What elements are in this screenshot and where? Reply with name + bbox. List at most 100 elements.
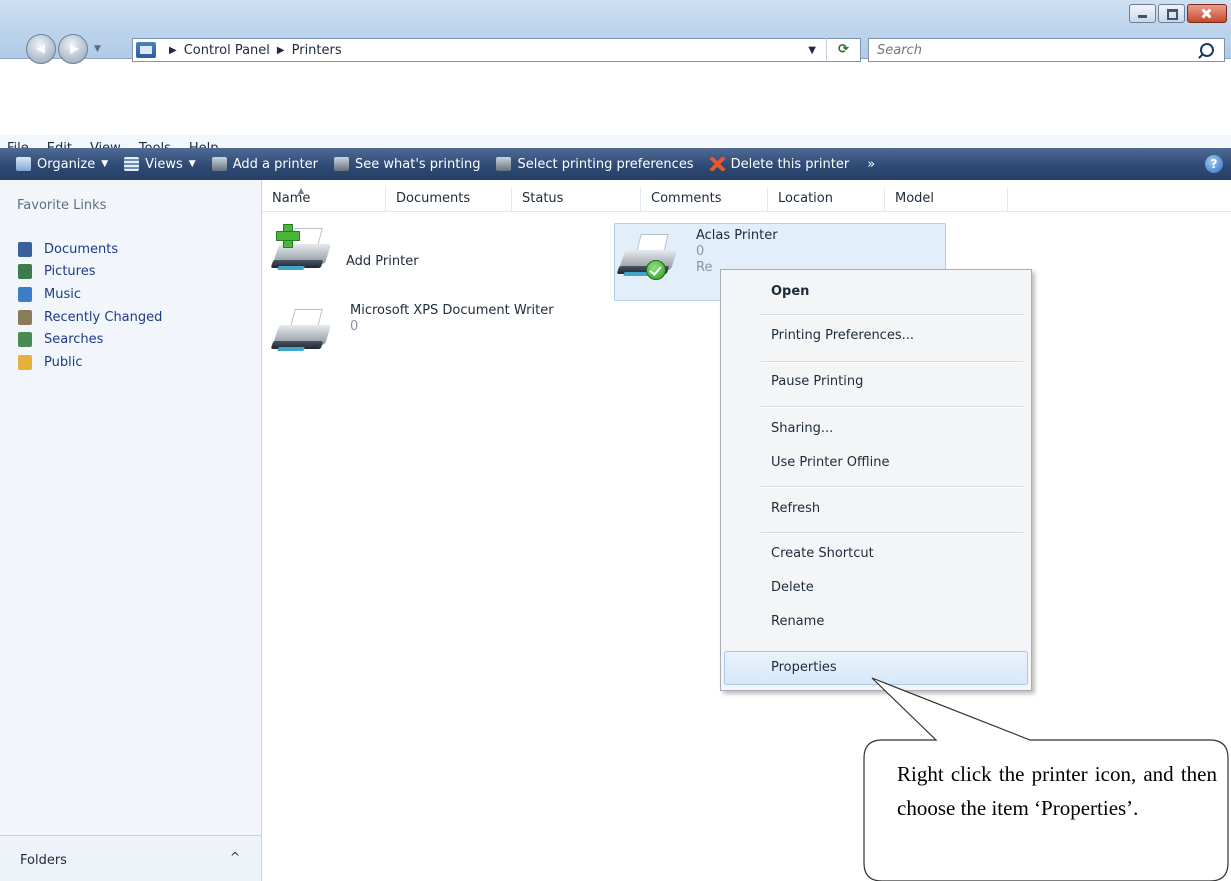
- printing-preferences-label: Select printing preferences: [517, 156, 694, 172]
- menu-separator: [761, 406, 1023, 408]
- breadcrumb-arrow-icon[interactable]: ▶: [169, 45, 177, 56]
- maximize-icon[interactable]: [1158, 4, 1185, 23]
- chevron-down-icon: ▼: [188, 159, 196, 169]
- item-name: Microsoft XPS Document Writer: [350, 303, 554, 318]
- printing-preferences-icon: [496, 157, 512, 171]
- menu-item-rename[interactable]: Rename: [771, 614, 824, 629]
- documents-icon: [18, 241, 32, 257]
- views-label: Views: [145, 156, 183, 172]
- navigation-buttons: ▼: [26, 33, 101, 65]
- close-icon[interactable]: [1187, 4, 1227, 23]
- print-queue-icon: [334, 157, 350, 171]
- item-documents: 0: [696, 244, 705, 259]
- chevron-up-icon: ^: [230, 850, 241, 864]
- list-item-xps-writer[interactable]: Microsoft XPS Document Writer 0: [270, 303, 560, 355]
- menu-separator: [761, 486, 1023, 488]
- menu-item-pause-printing[interactable]: Pause Printing: [771, 374, 863, 389]
- context-menu-highlight: [724, 651, 1028, 685]
- sidebar-item-music[interactable]: Music: [18, 283, 162, 306]
- folders-label: Folders: [20, 853, 67, 868]
- address-bar[interactable]: ▶ Control Panel ▶ Printers ▼: [132, 38, 861, 62]
- search-input[interactable]: [875, 41, 1200, 59]
- delete-icon: [709, 157, 725, 171]
- sort-ascending-icon: ▲: [298, 186, 305, 195]
- add-printer-label: Add a printer: [232, 156, 319, 172]
- breadcrumb-printers[interactable]: Printers: [292, 43, 342, 58]
- toolbar-overflow-icon[interactable]: »: [867, 157, 875, 172]
- add-printer-icon: [270, 222, 334, 274]
- help-icon[interactable]: ?: [1205, 155, 1223, 173]
- printer-icon: [270, 303, 334, 355]
- default-printer-check-icon: [646, 260, 666, 280]
- search-icon[interactable]: [1200, 43, 1214, 57]
- item-name: Aclas Printer: [696, 228, 778, 243]
- sidebar-item-pictures[interactable]: Pictures: [18, 261, 162, 284]
- sidebar-item-label: Music: [44, 286, 81, 302]
- column-label: Comments: [651, 191, 722, 206]
- views-button[interactable]: Views ▼: [124, 157, 196, 172]
- column-headers: ▲ Name Documents Status Comments Locatio…: [262, 186, 1231, 212]
- see-whats-printing-label: See what's printing: [355, 156, 481, 172]
- menu-item-use-printer-offline[interactable]: Use Printer Offline: [771, 455, 889, 470]
- menu-item-printing-preferences[interactable]: Printing Preferences...: [771, 328, 914, 343]
- menu-item-delete[interactable]: Delete: [771, 580, 814, 595]
- column-label: Name: [272, 191, 311, 206]
- menu-item-open[interactable]: Open: [771, 284, 809, 299]
- favorite-links-title: Favorite Links: [17, 198, 107, 213]
- callout-instruction-text: Right click the printer icon, and then c…: [897, 762, 1217, 820]
- column-header-status[interactable]: Status: [512, 187, 641, 211]
- column-header-documents[interactable]: Documents: [386, 187, 512, 211]
- recent-pages-chevron-icon[interactable]: ▼: [94, 44, 101, 54]
- add-printer-button[interactable]: Add a printer: [211, 156, 319, 172]
- search-box[interactable]: [868, 38, 1225, 62]
- delete-printer-button[interactable]: Delete this printer: [709, 156, 850, 172]
- printer-icon: [616, 228, 680, 280]
- column-label: Status: [522, 191, 564, 206]
- menu-item-sharing[interactable]: Sharing...: [771, 421, 833, 436]
- organize-button[interactable]: Organize ▼: [16, 157, 108, 172]
- chevron-down-icon: ▼: [101, 159, 109, 169]
- context-menu: Open Printing Preferences... Pause Print…: [720, 269, 1032, 691]
- printing-preferences-button[interactable]: Select printing preferences: [496, 156, 694, 172]
- refresh-icon[interactable]: ⟳: [826, 38, 860, 60]
- views-icon: [124, 157, 140, 171]
- sidebar-item-documents[interactable]: Documents: [18, 238, 162, 261]
- column-label: Location: [778, 191, 833, 206]
- organize-icon: [16, 157, 31, 171]
- item-details: Microsoft XPS Document Writer 0: [350, 303, 560, 335]
- breadcrumb-control-panel[interactable]: Control Panel: [184, 43, 270, 58]
- control-panel-icon: [136, 42, 156, 58]
- forward-arrow-icon[interactable]: [58, 34, 88, 64]
- sidebar-item-public[interactable]: Public: [18, 351, 162, 374]
- address-dropdown-icon[interactable]: ▼: [808, 45, 816, 56]
- window-controls: [1127, 4, 1227, 23]
- sidebar-item-searches[interactable]: Searches: [18, 328, 162, 351]
- see-whats-printing-button[interactable]: See what's printing: [334, 157, 480, 172]
- sidebar-item-label: Public: [44, 354, 83, 370]
- sidebar-item-recently-changed[interactable]: Recently Changed: [18, 306, 162, 329]
- column-label: Documents: [396, 191, 471, 206]
- organize-label: Organize: [37, 156, 96, 172]
- column-header-model[interactable]: Model: [885, 187, 1008, 211]
- item-documents: 0: [350, 319, 359, 334]
- back-arrow-icon[interactable]: [26, 34, 56, 64]
- list-item-add-printer[interactable]: Add Printer: [270, 222, 419, 274]
- column-header-location[interactable]: Location: [768, 187, 885, 211]
- pictures-icon: [18, 264, 32, 280]
- menu-item-properties[interactable]: Properties: [771, 660, 837, 675]
- menu-item-create-shortcut[interactable]: Create Shortcut: [771, 546, 874, 561]
- item-name: Add Printer: [346, 254, 419, 269]
- column-label: Model: [895, 191, 935, 206]
- minimize-icon[interactable]: [1129, 4, 1156, 23]
- breadcrumb-arrow-icon[interactable]: ▶: [277, 45, 285, 56]
- add-printer-icon: [211, 157, 227, 171]
- favorite-links-list: Documents Pictures Music Recently Change…: [18, 238, 162, 374]
- folders-toggle[interactable]: Folders ^: [0, 835, 261, 881]
- menu-item-refresh[interactable]: Refresh: [771, 501, 820, 516]
- public-folder-icon: [18, 354, 32, 370]
- column-header-name[interactable]: ▲ Name: [262, 186, 386, 211]
- menu-separator: [761, 361, 1023, 363]
- delete-printer-label: Delete this printer: [730, 156, 850, 172]
- searches-icon: [18, 332, 32, 348]
- column-header-comments[interactable]: Comments: [641, 187, 768, 211]
